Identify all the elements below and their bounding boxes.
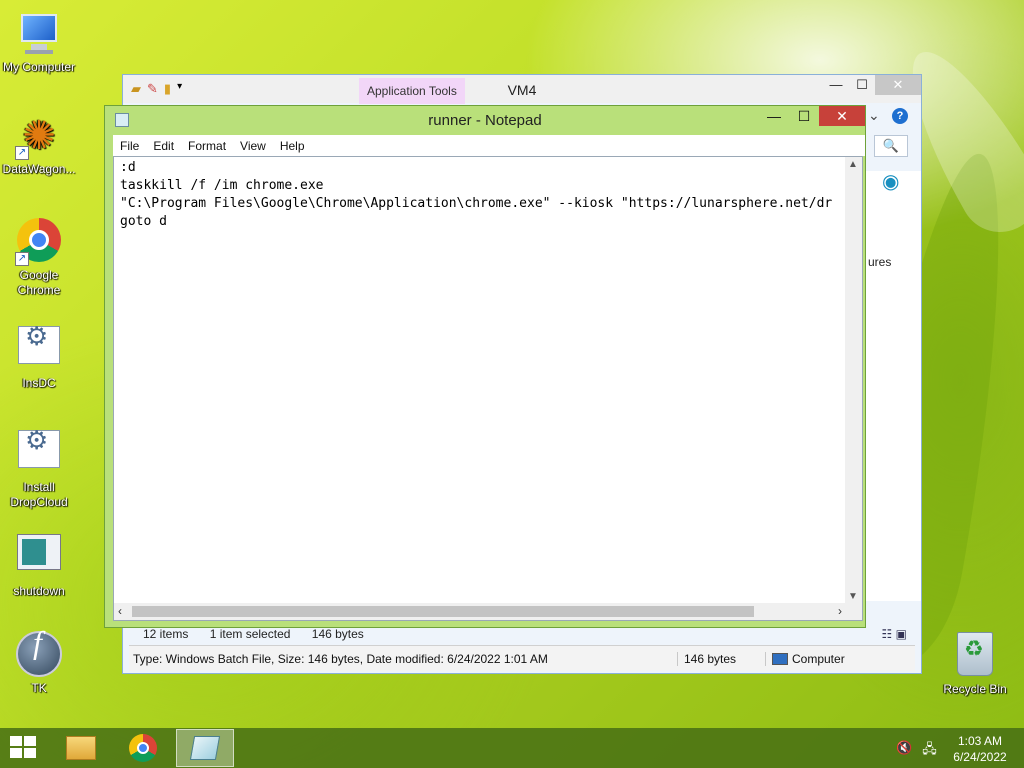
pictures-item-label[interactable]: ures — [868, 255, 891, 269]
window-title: VM4 — [507, 82, 537, 98]
maximize-button[interactable]: ☐ — [849, 75, 875, 95]
desktop-icon-my-computer[interactable]: My Computer — [0, 10, 79, 75]
file-details: Type: Windows Batch File, Size: 146 byte… — [133, 651, 548, 666]
close-button[interactable]: ✕ — [875, 75, 921, 95]
location-label: Computer — [792, 651, 845, 666]
desktop-icon-label: shutdown — [13, 584, 65, 598]
network-icon[interactable]: 🖧 — [922, 740, 937, 762]
details-bar: Type: Windows Batch File, Size: 146 byte… — [129, 645, 915, 671]
scrollbar-thumb[interactable] — [132, 606, 754, 617]
notepad-titlebar[interactable]: runner - Notepad — ☐ ✕ — [105, 106, 865, 134]
clock-date: 6/24/2022 — [953, 750, 1007, 764]
scroll-right-icon[interactable]: › — [838, 604, 842, 618]
desktop-icon-label: My Computer — [2, 60, 76, 74]
desktop-icon-datawagon[interactable]: ✺ ↗ DataWagon... — [0, 112, 79, 177]
setup-icon-wrap — [15, 326, 63, 374]
scrollbar-corner — [845, 603, 862, 620]
window-controls: — ☐ ✕ — [823, 75, 921, 95]
explorer-titlebar[interactable]: ▰ ✎ ▮ ▾ Application Tools VM4 — ☐ ✕ — [123, 75, 921, 104]
minimize-button[interactable]: — — [823, 75, 849, 95]
text-editor[interactable]: :d taskkill /f /im chrome.exe "C:\Progra… — [113, 156, 863, 621]
batch-file-icon-wrap — [15, 534, 63, 582]
setup-icon — [18, 430, 60, 468]
setup-icon-wrap — [15, 430, 63, 478]
menu-view[interactable]: View — [233, 139, 273, 153]
desktop-icon-label: TK — [31, 681, 47, 695]
menu-edit[interactable]: Edit — [146, 139, 181, 153]
minimize-button[interactable]: — — [759, 106, 789, 126]
setup-icon — [18, 326, 60, 364]
computer-icon — [772, 652, 788, 665]
desktop-icon-label: Install DropCloud — [10, 480, 68, 509]
selection-count: 1 item selected — [209, 627, 291, 641]
windows-logo-pane — [24, 736, 36, 746]
selection-size: 146 bytes — [311, 627, 364, 641]
view-toggle[interactable]: ☷ ▣ — [882, 627, 907, 641]
windows-logo-pane — [10, 748, 22, 758]
details-view-icon[interactable]: ☷ — [882, 627, 893, 641]
chrome-icon-wrap: ↗ — [15, 218, 63, 266]
file-location: Computer — [765, 651, 845, 666]
batch-file-icon — [17, 534, 61, 570]
clock[interactable]: 1:03 AM 6/24/2022 — [946, 733, 1014, 765]
explorer-status-bar: 12 items 1 item selected 146 bytes — [143, 627, 382, 641]
desktop-icon-label: InsDC — [22, 376, 56, 390]
computer-icon — [15, 10, 63, 58]
notepad-window[interactable]: runner - Notepad — ☐ ✕ File Edit Format … — [104, 105, 866, 628]
window-title: runner - Notepad — [428, 112, 542, 129]
flash-icon-wrap — [15, 631, 63, 679]
recycle-bin-icon — [957, 632, 993, 676]
taskbar-google-chrome[interactable] — [114, 729, 172, 767]
scroll-down-icon[interactable]: ▼ — [848, 591, 858, 602]
maximize-button[interactable]: ☐ — [789, 106, 819, 126]
desktop-icon-label: DataWagon... — [2, 162, 76, 176]
editor-content[interactable]: :d taskkill /f /im chrome.exe "C:\Progra… — [120, 159, 842, 605]
windows-logo-pane — [24, 748, 36, 758]
scroll-up-icon[interactable]: ▲ — [848, 159, 858, 170]
flash-icon — [16, 631, 62, 677]
folder-icon — [66, 736, 96, 760]
menu-format[interactable]: Format — [181, 139, 233, 153]
volume-muted-icon[interactable]: 🔇 — [896, 740, 912, 762]
help-icon[interactable]: ? — [892, 108, 908, 124]
datawagon-icon: ✺ ↗ — [15, 112, 63, 160]
desktop-icon-label: Recycle Bin — [943, 682, 1007, 696]
taskbar: 🔇 🖧 1:03 AM 6/24/2022 — [0, 728, 1024, 768]
menu-help[interactable]: Help — [273, 139, 312, 153]
menu-bar: File Edit Format View Help — [113, 135, 865, 156]
taskbar-notepad[interactable] — [176, 729, 234, 767]
desktop-icon-google-chrome[interactable]: ↗ Google Chrome — [0, 216, 79, 298]
item-count: 12 items — [143, 627, 189, 641]
system-tray: 🔇 🖧 — [896, 740, 937, 762]
start-button[interactable] — [10, 736, 38, 760]
desktop-icon-tk[interactable]: TK — [0, 630, 79, 696]
windows-logo-icon — [10, 736, 22, 746]
recycle-bin-icon-wrap — [951, 632, 999, 680]
vertical-scrollbar[interactable]: ▲ ▼ — [845, 157, 862, 604]
file-size: 146 bytes — [677, 651, 765, 666]
large-icons-view-icon[interactable]: ▣ — [896, 627, 907, 641]
chrome-icon — [129, 734, 157, 762]
window-controls: — ☐ ✕ — [759, 106, 865, 126]
clock-time: 1:03 AM — [957, 734, 1003, 748]
taskbar-file-explorer[interactable] — [52, 729, 110, 767]
horizontal-scrollbar[interactable]: ‹ › — [114, 603, 846, 620]
menu-file[interactable]: File — [113, 139, 146, 153]
scroll-left-icon[interactable]: ‹ — [118, 604, 122, 618]
globe-icon[interactable]: ◉ — [882, 169, 899, 194]
desktop-icon-recycle-bin[interactable]: Recycle Bin — [935, 630, 1015, 697]
search-icon[interactable]: 🔍 — [874, 135, 908, 157]
chevron-down-icon[interactable]: ⌄ — [868, 107, 880, 124]
desktop-icon-label: Google Chrome — [17, 268, 61, 297]
close-button[interactable]: ✕ — [819, 106, 865, 126]
notepad-icon — [189, 736, 221, 760]
desktop-icon-install-dropcloud[interactable]: Install DropCloud — [0, 426, 79, 510]
desktop-icon-insdc[interactable]: InsDC — [0, 322, 79, 391]
desktop-icon-shutdown[interactable]: shutdown — [0, 528, 79, 599]
